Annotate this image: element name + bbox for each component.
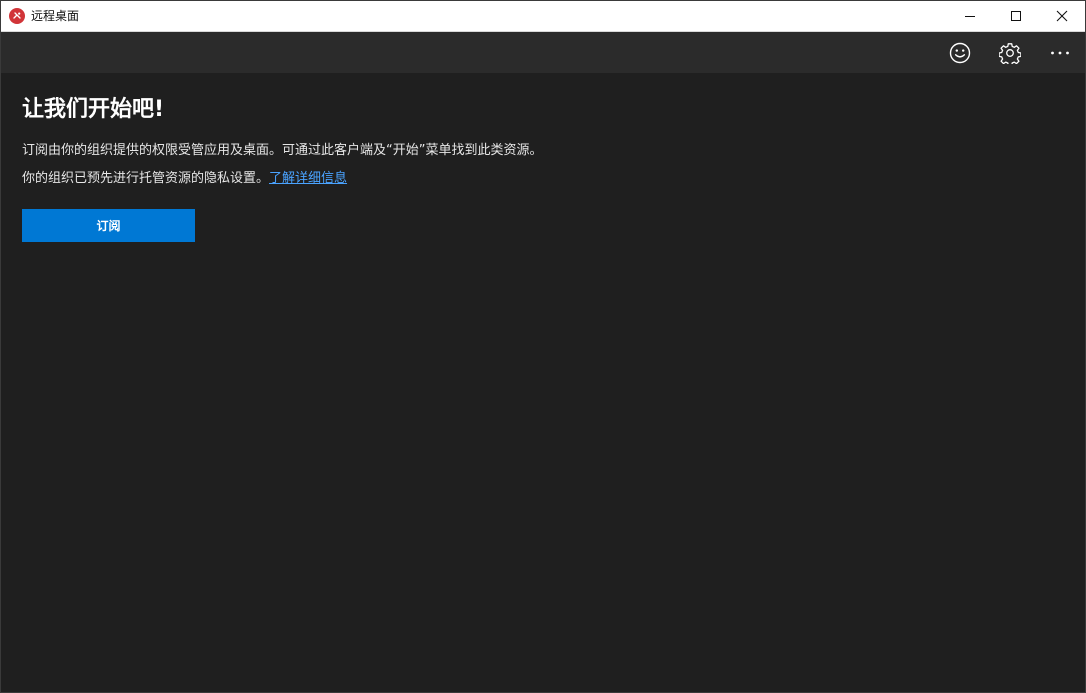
remote-desktop-icon xyxy=(9,8,25,24)
remote-desktop-window: 远程桌面 让我们开始吧! 订阅由你的组织提供的权限受管应用及桌面。可通过此客户端… xyxy=(0,0,1086,693)
gear-icon xyxy=(999,42,1021,64)
close-button[interactable] xyxy=(1039,1,1085,31)
toolbar xyxy=(1,32,1085,73)
settings-button[interactable] xyxy=(990,32,1030,73)
privacy-text: 你的组织已预先进行托管资源的隐私设置。了解详细信息 xyxy=(22,170,347,188)
minimize-icon xyxy=(965,16,975,17)
more-dots-icon xyxy=(1051,51,1069,54)
learn-more-link[interactable]: 了解详细信息 xyxy=(269,171,347,186)
title-bar[interactable]: 远程桌面 xyxy=(1,1,1085,32)
maximize-icon xyxy=(1011,11,1021,21)
privacy-statement: 你的组织已预先进行托管资源的隐私设置。 xyxy=(22,171,270,186)
close-icon xyxy=(1056,10,1068,22)
description-text: 订阅由你的组织提供的权限受管应用及桌面。可通过此客户端及“开始”菜单找到此类资源… xyxy=(22,143,543,158)
subscribe-button[interactable]: 订阅 xyxy=(22,209,195,242)
more-button[interactable] xyxy=(1040,32,1080,73)
maximize-button[interactable] xyxy=(993,1,1039,31)
window-controls xyxy=(947,1,1085,31)
feedback-button[interactable] xyxy=(940,32,980,73)
main-content: 让我们开始吧! 订阅由你的组织提供的权限受管应用及桌面。可通过此客户端及“开始”… xyxy=(1,73,1085,692)
minimize-button[interactable] xyxy=(947,1,993,31)
page-title: 让我们开始吧! xyxy=(22,97,165,122)
window-title: 远程桌面 xyxy=(31,9,80,23)
smiley-icon xyxy=(949,42,971,63)
